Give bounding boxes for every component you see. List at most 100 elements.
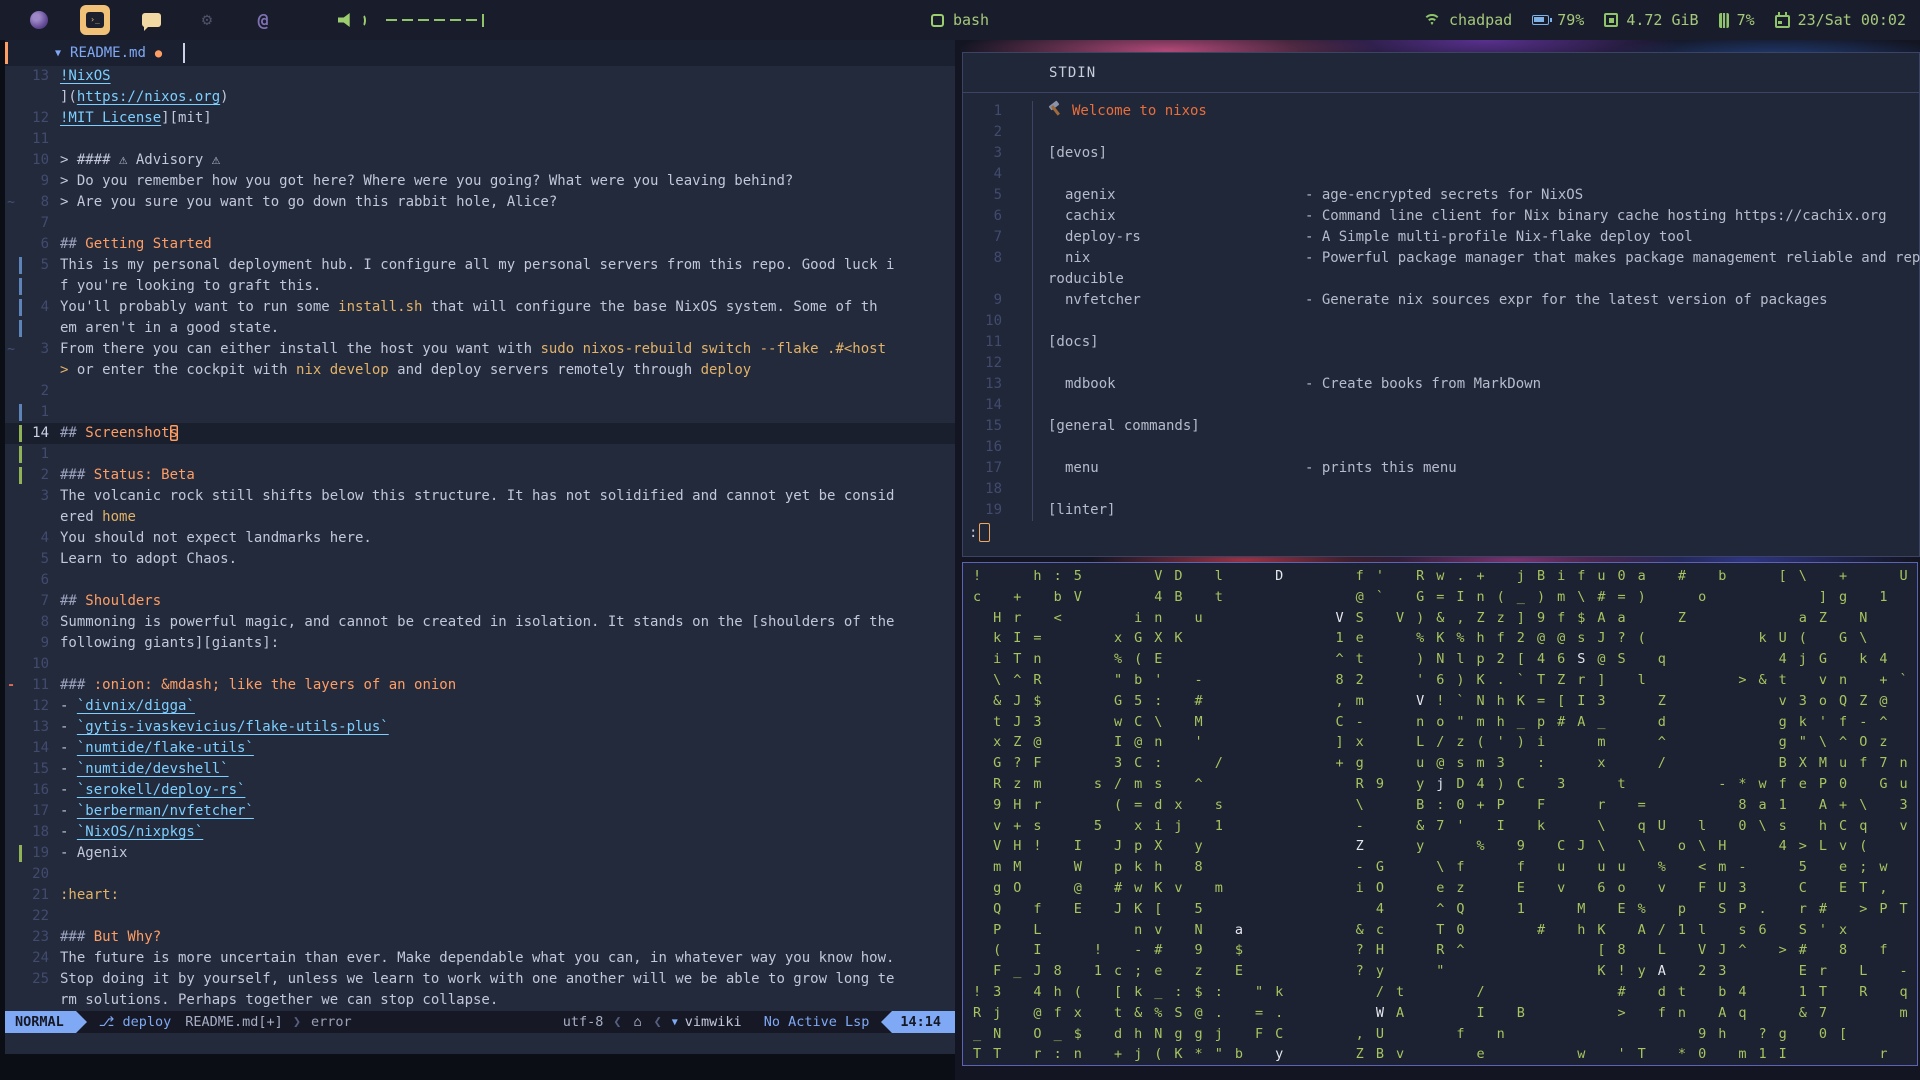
matrix-row: mM W pkh 8 -G \f f u uu % <m- 5 e;w 2: [993, 859, 1900, 876]
editor-line[interactable]: 3 The volcanic rock still shifts below th…: [5, 486, 955, 507]
pager-line: 18: [963, 479, 1919, 500]
memory-usage: 4.72 GiB: [1626, 11, 1699, 29]
matrix-row: ! h:5 VD l D f' Rw.+ jBifu0a # b [\ + U]…: [973, 568, 1908, 584]
diagnostic-label: error: [310, 1014, 352, 1030]
matrix-row: iTn %(E ^t )Nlp2[46S@S q 4jG k4 Xr/xd d: [993, 651, 1900, 668]
editor-line[interactable]: 23 ### But Why?: [5, 927, 955, 948]
editor-line[interactable]: 14 ## Screenshots: [5, 423, 955, 444]
volume-control[interactable]: [338, 13, 484, 27]
editor-line[interactable]: 10 > #### ⚠ Advisory ⚠: [5, 150, 955, 171]
markdown-file-icon: ▼: [55, 47, 62, 59]
editor-line[interactable]: 19- Agenix: [5, 843, 955, 864]
pager-prompt[interactable]: :: [963, 523, 1919, 542]
character-matrix-window[interactable]: ! h:5 VD l D f' Rw.+ jBifu0a # b [\ + U]…: [962, 562, 1918, 1066]
editor-line[interactable]: ~3 From there you can either install the …: [5, 339, 955, 360]
matrix-row: _N O_$ dhNggj FC ,U f n 9h ?g 0[ J Tn: [973, 1025, 1860, 1042]
calendar-icon[interactable]: [1774, 11, 1790, 28]
editor-line[interactable]: 4 You should not expect landmarks here.: [5, 528, 955, 549]
editor-line[interactable]: 17- `berberman/nvfetcher`: [5, 801, 955, 822]
window-outline-icon: [930, 13, 944, 27]
pager-line: 3 [devos]: [963, 143, 1919, 164]
encoding-label: utf-8: [562, 1014, 604, 1030]
pager-line: 2: [963, 122, 1919, 143]
settings-launcher[interactable]: ⚙: [192, 5, 222, 35]
editor-line[interactable]: 2: [5, 381, 955, 402]
pager-line: 5 agenix - age-encrypted secrets for NixOS: [963, 185, 1919, 206]
editor-line[interactable]: 9 following giants][giants]:: [5, 633, 955, 654]
terminal-icon: ›_: [86, 12, 104, 28]
editor-line[interactable]: 12 !MIT License][mit]: [5, 108, 955, 129]
editor-line[interactable]: 10: [5, 654, 955, 675]
mail-launcher[interactable]: @: [248, 5, 278, 35]
tab-readme[interactable]: ▼ README.md ●: [5, 43, 186, 63]
editor-line[interactable]: 7: [5, 213, 955, 234]
editor-line[interactable]: 4 You'll probably want to run some instal…: [5, 297, 955, 318]
editor-line[interactable]: 6 ## Getting Started: [5, 234, 955, 255]
editor-line[interactable]: 11: [5, 129, 955, 150]
branch-icon: ⎇: [98, 1014, 115, 1030]
pager-line: 19 [linter]: [963, 500, 1919, 521]
git-branch[interactable]: ⎇ deploy: [99, 1014, 171, 1030]
statusline-filename: README.md[+]: [185, 1014, 283, 1030]
editor-line[interactable]: em aren't in a good state.: [5, 318, 955, 339]
command-line[interactable]: [5, 1033, 955, 1054]
editor-line[interactable]: 16- `serokell/deploy-rs`: [5, 780, 955, 801]
matrix-row: P L nv N a &c T0 # hK A/1l s6 S'x ! A: [993, 921, 1860, 938]
matrix-row: ( I ! -# 9 $ ?H R^ [8 L VJ^ ># 8 f 8 %P: [993, 942, 1900, 959]
editor-line[interactable]: 15- `numtide/devshell`: [5, 759, 955, 780]
editor-line[interactable]: 20: [5, 864, 955, 885]
matrix-row: c + bV 4B t @` G=In(_)m\#=) o ]g 1 (9X=8…: [973, 588, 1900, 605]
clock-label: 23/Sat 00:02: [1797, 11, 1906, 29]
matrix-row: 9Hr (=dx s \ B:0+P F r = 8a1 A+\ 3 _vm: [993, 796, 1907, 813]
editor-line[interactable]: ~8 > Are you sure you want to go down thi…: [5, 192, 955, 213]
firefox-launcher[interactable]: [24, 5, 54, 35]
editor-line[interactable]: 13- `gytis-ivaskevicius/flake-utils-plus…: [5, 717, 955, 738]
editor-line[interactable]: 5 Learn to adopt Chaos.: [5, 549, 955, 570]
matrix-row: Rj @fx t&%S@. =. WA I B > fn Aq &7 m ] V…: [973, 1004, 1908, 1021]
chat-launcher[interactable]: [136, 5, 166, 35]
pager-line: 4: [963, 164, 1919, 185]
editor-line[interactable]: > or enter the cockpit with nix develop …: [5, 360, 955, 381]
pager-line: 6 cachix - Command line client for Nix bin…: [963, 206, 1919, 227]
volume-slider[interactable]: [386, 13, 484, 27]
matrix-row: Rzm s/ms ^ R9 yjD4)C 3 t -*wfeP0 Gu L^F: [993, 775, 1907, 792]
editor-line[interactable]: 25 Stop doing it by yourself, unless we l…: [5, 969, 955, 990]
editor-line[interactable]: 1: [5, 444, 955, 465]
editor-line[interactable]: ](https://nixos.org): [5, 87, 955, 108]
editor-line[interactable]: 1: [5, 402, 955, 423]
terminal-pager-window[interactable]: STDIN 1 Welcome to nixos 2 3 [devos] 4 5 agenix…: [962, 52, 1920, 557]
editor-line[interactable]: 2 ### Status: Beta: [5, 465, 955, 486]
neovim-editor-window[interactable]: ▼ README.md ● 13 !NixOS](https://nixos.or…: [5, 40, 955, 1054]
editor-line[interactable]: f you're looking to graft this.: [5, 276, 955, 297]
editor-line[interactable]: 8 Summoning is powerful magic, and cannot…: [5, 612, 955, 633]
matrix-row: v+s 5 xij 1 - &7' I k \ qU l 0\s hCq v c…: [993, 817, 1907, 834]
editor-line[interactable]: -11 ### :onion: &mdash; like the layers o…: [5, 675, 955, 696]
editor-line[interactable]: 22: [5, 906, 955, 927]
editor-line[interactable]: 7 ## Shoulders: [5, 591, 955, 612]
editor-line[interactable]: 5 This is my personal deployment hub. I c…: [5, 255, 955, 276]
matrix-row: kI= xGXK 1e %K%hf2@@sJ?( kU( G\ Vb%U< U: [993, 630, 1880, 647]
editor-line[interactable]: rm solutions. Perhaps together we can st…: [5, 990, 955, 1011]
editor-line[interactable]: 9 > Do you remember how you got here? Whe…: [5, 171, 955, 192]
powerline-separator: [881, 1011, 893, 1033]
tab-caret: [183, 43, 186, 63]
wifi-icon[interactable]: [1423, 13, 1441, 27]
editor-lines[interactable]: 13 !NixOS](https://nixos.org) 12 !MIT Licen…: [5, 66, 955, 1011]
chevron-left-icon: ❮: [653, 1014, 662, 1030]
pager-lines[interactable]: 1 Welcome to nixos 2 3 [devos] 4 5 agenix - age-…: [963, 93, 1920, 521]
editor-line[interactable]: 18- `NixOS/nixpkgs`: [5, 822, 955, 843]
taskbar-apps: ›_ ⚙ @: [0, 5, 484, 35]
editor-line[interactable]: ered home: [5, 507, 955, 528]
matrix-row: TT r:n +j(K*"b y ZBv e w 'T *0 m1I r Z x…: [973, 1046, 1900, 1063]
editor-line[interactable]: 21:heart:: [5, 885, 955, 906]
pager-line: 16: [963, 437, 1919, 458]
editor-line[interactable]: 14- `numtide/flake-utils`: [5, 738, 955, 759]
terminal-launcher-active[interactable]: ›_: [80, 5, 110, 35]
editor-tabbar: ▼ README.md ●: [5, 40, 955, 66]
editor-line[interactable]: 13 !NixOS: [5, 66, 955, 87]
editor-line[interactable]: 6: [5, 570, 955, 591]
matrix-row: G?F 3C: / +g u@sm3 : x / BXMuf7n Ix RHc: [993, 755, 1907, 772]
editor-line[interactable]: 24 The future is more uncertain than ever…: [5, 948, 955, 969]
editor-line[interactable]: 12- `divnix/digga`: [5, 696, 955, 717]
volume-slider-handle[interactable]: [482, 13, 484, 27]
